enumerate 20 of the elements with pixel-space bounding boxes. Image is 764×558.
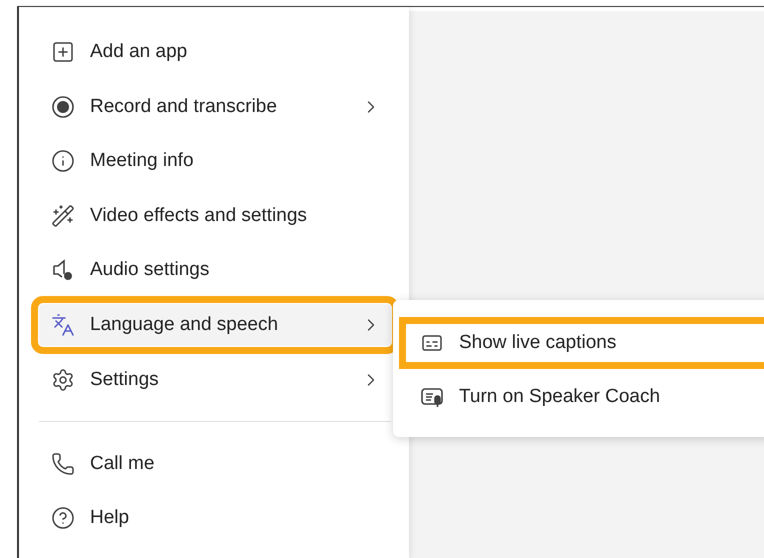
menu-item[interactable]: Call me [39,442,391,485]
menu-item[interactable]: Meeting info [39,140,391,182]
language-icon [51,312,75,337]
menu-item[interactable]: Audio settings [39,249,391,292]
submenu-item[interactable]: Turn on Speaker Coach [406,378,764,416]
phone-icon [51,452,75,476]
menu-item[interactable]: Add an app [39,31,391,73]
menu-item[interactable]: Record and transcribe [39,86,391,128]
menu-item[interactable]: Language and speech [39,304,391,346]
menu-item[interactable]: Help [39,497,391,540]
add-icon [51,40,75,64]
menu-item[interactable]: Video effects and settings [39,194,391,237]
magic-wand-icon [51,204,75,228]
menu-item[interactable]: Settings [39,358,391,401]
settings-icon [51,368,75,392]
record-icon [51,94,75,119]
help-icon [51,506,75,530]
speaker-coach-icon [420,385,444,409]
info-icon [51,149,75,174]
submenu-item[interactable]: Show live captions [406,324,764,362]
